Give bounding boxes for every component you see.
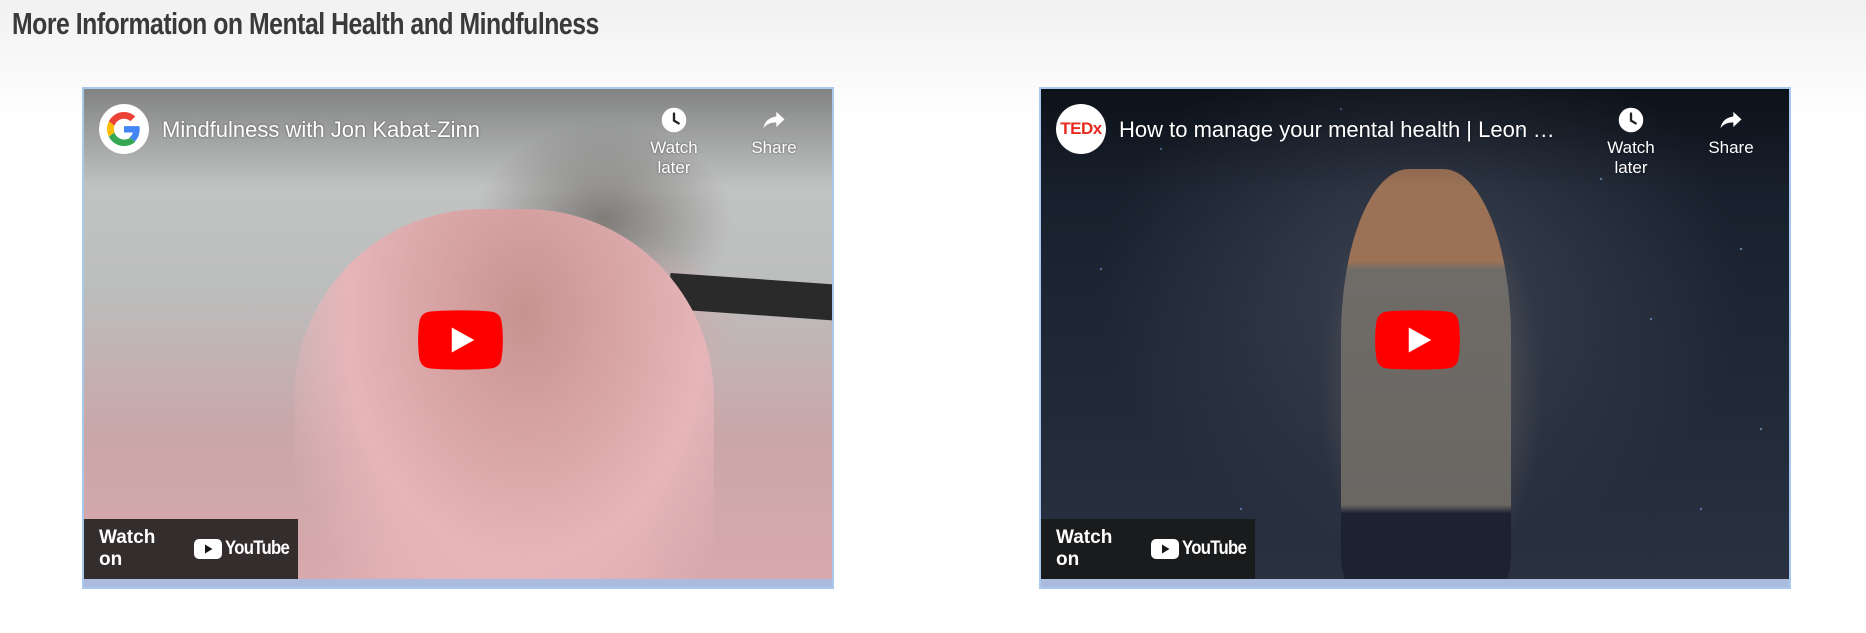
- video-title[interactable]: How to manage your mental health | Leon …: [1119, 117, 1559, 143]
- share-label: Share: [1708, 138, 1754, 157]
- video-title[interactable]: Mindfulness with Jon Kabat-Zinn: [162, 117, 602, 143]
- watch-later-button[interactable]: Watch later: [1591, 106, 1671, 178]
- video-embed-tedx[interactable]: TEDx How to manage your mental health | …: [1039, 87, 1791, 589]
- watch-later-label: Watch later: [1607, 138, 1655, 177]
- watch-on-label: Watch on: [99, 527, 156, 570]
- channel-avatar[interactable]: [99, 104, 149, 154]
- play-button-icon[interactable]: [418, 310, 503, 370]
- watch-on-label: Watch on: [1056, 527, 1113, 570]
- watch-later-label: Watch later: [650, 138, 698, 177]
- play-button-icon[interactable]: [1375, 310, 1460, 370]
- thumbnail-speaker: [294, 209, 714, 587]
- youtube-play-icon: [1151, 539, 1180, 559]
- youtube-logo: YouTube: [1151, 538, 1255, 560]
- youtube-play-icon: [194, 539, 223, 559]
- video-frame-bottom-edge: [1041, 579, 1789, 587]
- section-heading: More Information on Mental Health and Mi…: [12, 6, 599, 41]
- watch-on-youtube-button[interactable]: Watch on YouTube: [1041, 519, 1255, 579]
- watch-on-youtube-button[interactable]: Watch on YouTube: [84, 519, 298, 579]
- youtube-wordmark: YouTube: [1182, 538, 1247, 559]
- google-logo-icon: [107, 112, 140, 146]
- share-button[interactable]: Share: [1691, 106, 1771, 158]
- clock-icon: [661, 107, 687, 133]
- channel-avatar[interactable]: TEDx: [1056, 104, 1106, 154]
- share-button[interactable]: Share: [734, 106, 814, 158]
- tedx-logo-icon: TEDx: [1060, 119, 1102, 138]
- share-arrow-icon: [763, 111, 785, 129]
- thumbnail-speaker: [1341, 169, 1511, 587]
- watch-later-button[interactable]: Watch later: [634, 106, 714, 178]
- youtube-wordmark: YouTube: [225, 538, 290, 559]
- share-label: Share: [751, 138, 797, 157]
- video-frame-bottom-edge: [84, 579, 832, 587]
- youtube-logo: YouTube: [194, 538, 298, 560]
- clock-icon: [1618, 107, 1644, 133]
- share-arrow-icon: [1720, 111, 1742, 129]
- video-embed-mindfulness[interactable]: Mindfulness with Jon Kabat-Zinn Watch la…: [82, 87, 834, 589]
